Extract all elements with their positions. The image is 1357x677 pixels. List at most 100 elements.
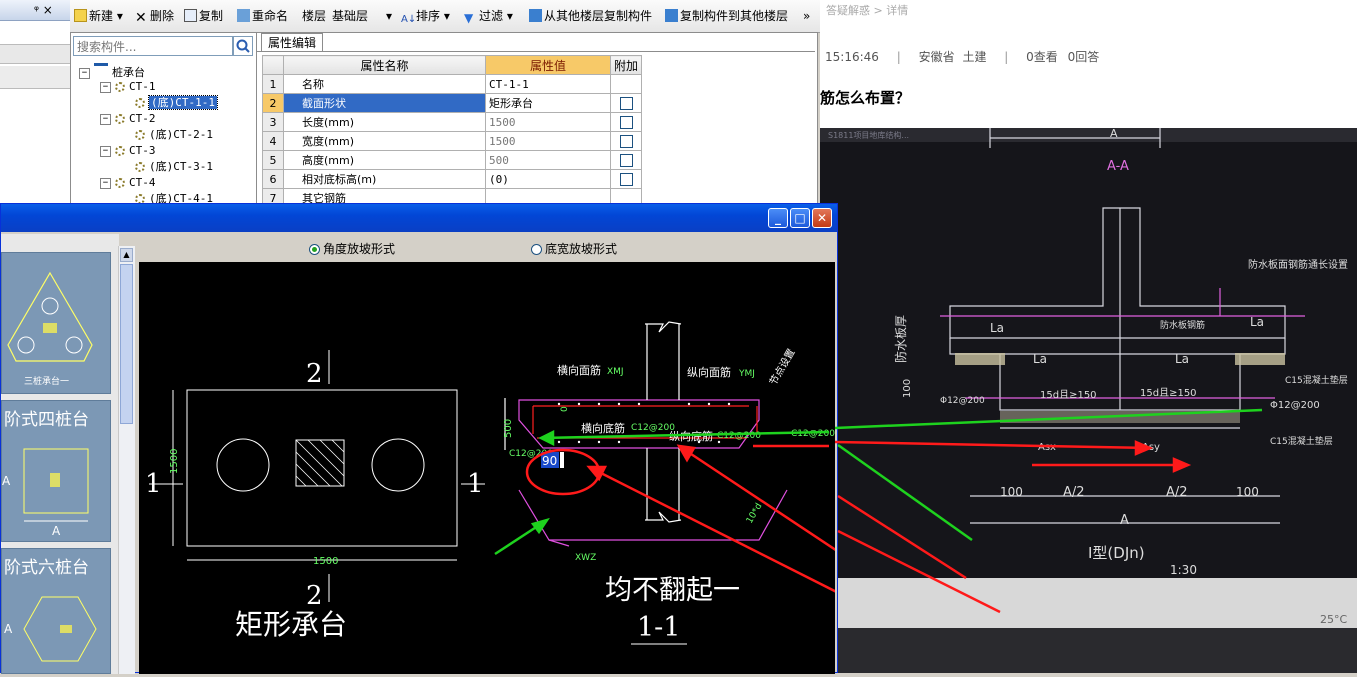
question-meta: 15:16:46 | 安徽省 土建 | 0查看 0回答 (825, 48, 1099, 65)
tree-group-item[interactable]: − CT-4 (100, 175, 156, 191)
tree-group-item[interactable]: − CT-1 (100, 79, 156, 95)
search-button[interactable] (233, 36, 253, 56)
rename-button[interactable]: 重命名 (237, 7, 288, 25)
radio-unselected-icon (531, 244, 542, 255)
photo-temperature: 25°C (1320, 613, 1347, 626)
left-panel-row[interactable] (0, 66, 70, 89)
four-pile-thumb-drawing: 阶式四桩台 A A (2, 410, 89, 538)
question-title: 筋怎么布置？ (820, 89, 911, 107)
toolbar-overflow-button[interactable]: » (803, 7, 810, 25)
attach-checkbox[interactable] (619, 134, 633, 148)
filter-button[interactable]: ▼ 过滤 ▾ (464, 7, 513, 25)
xwz-tag: XWZ (575, 553, 596, 563)
property-value-field[interactable]: (0) (485, 169, 611, 189)
attach-checkbox[interactable] (619, 172, 633, 186)
collapse-icon[interactable]: − (100, 114, 111, 125)
thumbnail-stepped-four-pile[interactable]: 阶式四桩台 A A (1, 400, 111, 542)
close-button[interactable]: ✕ (812, 208, 832, 228)
component-icon (115, 82, 125, 92)
minimize-button[interactable]: _ (768, 208, 788, 228)
section-marker-right: 1 (467, 469, 484, 499)
photo-dim-label: A/2 (1166, 485, 1188, 500)
collapse-icon[interactable]: − (100, 178, 111, 189)
floor-label: 楼层 (302, 9, 327, 23)
thumbnail-dim: A (4, 622, 13, 636)
thumbnail-stepped-six-pile[interactable]: 阶式六桩台 A (1, 548, 111, 674)
photo-concrete-label: C15混凝土垫层 (1285, 374, 1348, 386)
photo-dim-label: A/2 (1063, 485, 1085, 500)
attach-checkbox[interactable] (619, 115, 633, 129)
photo-scale-label: 1:30 (1170, 563, 1197, 577)
property-value-field[interactable]: 矩形承台 (485, 93, 611, 113)
photo-concrete-label: C15混凝土垫层 (1270, 435, 1333, 447)
radio-angle-slope[interactable]: 角度放坡形式 (309, 240, 395, 257)
search-input[interactable]: 搜索构件... (73, 36, 233, 56)
maximize-button[interactable]: □ (790, 208, 810, 228)
property-value-field[interactable]: CT-1-1 (485, 74, 611, 94)
category-link[interactable]: 土建 (962, 50, 986, 64)
photo-asy-label: Asy (1142, 442, 1160, 453)
tree-group-item[interactable]: − CT-3 (100, 143, 156, 159)
copy-to-floor-button[interactable]: 复制构件到其他楼层 (665, 7, 788, 25)
photo-asx-label: Asx (1038, 442, 1056, 453)
tree-group-item[interactable]: − CT-2 (100, 111, 156, 127)
collapse-icon[interactable]: − (79, 68, 90, 79)
scrollbar-thumb[interactable] (120, 264, 133, 424)
property-value-field[interactable]: 1500 (485, 112, 611, 132)
dim-tag: 10*d (745, 502, 764, 526)
six-pile-thumb-drawing: 阶式六桩台 A (4, 558, 97, 662)
thumbnail-three-pile[interactable]: 三桩承台一 (1, 252, 111, 394)
left-panel-row[interactable] (0, 44, 70, 64)
tree-child-item[interactable]: (底)CT-3-1 (135, 159, 213, 175)
tab-property-edit[interactable]: 属性编辑 (261, 33, 324, 52)
question-photo[interactable]: S1811项目地库结构... A A-A La La La La 防水板厚 10… (820, 127, 1357, 673)
attach-checkbox[interactable] (619, 96, 633, 110)
new-button[interactable]: 新建 ▾ (74, 7, 123, 25)
breadcrumb[interactable]: 答疑解惑 > 详情 (826, 2, 908, 18)
photo-dim-label: 100 (1000, 485, 1023, 499)
view-count: 0查看 (1026, 50, 1058, 64)
sort-button[interactable]: A↓排序 ▾ (401, 7, 450, 25)
tree-child-item[interactable]: (底)CT-1-1 (135, 95, 218, 111)
radio-width-slope[interactable]: 底宽放坡形式 (531, 240, 617, 257)
top-bar-code: XMJ (607, 367, 624, 377)
tree-child-item[interactable]: (底)CT-2-1 (135, 127, 213, 143)
property-row[interactable]: 3 长度(mm) 1500 (262, 112, 643, 132)
row-number-header (262, 55, 284, 75)
collapse-icon[interactable]: − (100, 146, 111, 157)
floor-select[interactable]: 基础层 ▾ (332, 7, 394, 25)
meta-separator: | (896, 50, 901, 64)
annotation-text: 均不翻起一 (605, 575, 740, 606)
thumbnail-scrollbar[interactable]: ▲ (118, 246, 135, 674)
pin-close-controls[interactable]: ᵠ × (34, 3, 53, 17)
thumbnail-caption: 三桩承台一 (24, 375, 69, 387)
component-icon (115, 114, 125, 124)
photo-rebar-label: Φ12@200 (940, 396, 985, 406)
scroll-up-icon[interactable]: ▲ (120, 248, 133, 262)
section-marker-top: 2 (306, 359, 323, 389)
property-value-field[interactable]: 500 (485, 150, 611, 170)
input-caret (560, 452, 564, 468)
region-link[interactable]: 安徽省 (919, 50, 955, 64)
property-row[interactable]: 6 相对底标高(m) (0) (262, 169, 643, 189)
property-row[interactable]: 5 高度(mm) 500 (262, 150, 643, 170)
property-row[interactable]: 2 截面形状 矩形承台 (262, 93, 643, 113)
property-editor-panel: 属性编辑 属性名称 属性值 附加 1 名称 CT-1-1 2 截面形状 矩形承台… (256, 32, 818, 209)
copy-button[interactable]: 复制 (184, 7, 223, 25)
photo-la-label: La (1033, 352, 1047, 366)
post-time: 15:16:46 (825, 50, 879, 64)
component-icon (135, 130, 145, 140)
tree-root[interactable]: − 桩承台 (79, 63, 145, 79)
chevron-down-icon: ▾ (386, 9, 393, 23)
collapse-icon[interactable]: − (100, 82, 111, 93)
photo-anchor-label: 15d且≥150 (1140, 387, 1197, 399)
dialog-titlebar[interactable]: _ □ ✕ (1, 204, 837, 232)
delete-button[interactable]: ✕ 删除 (135, 7, 174, 25)
section-drawing-canvas[interactable]: 2 2 1 1 1500 1500 矩形承台 横向面筋 XMJ 纵向面筋 YMJ… (139, 262, 1000, 676)
attach-checkbox[interactable] (619, 153, 633, 167)
sort-icon: A↓ (401, 14, 417, 25)
copy-from-floor-button[interactable]: 从其他楼层复制构件 (529, 7, 652, 25)
property-row[interactable]: 4 宽度(mm) 1500 (262, 131, 643, 151)
property-row[interactable]: 1 名称 CT-1-1 (262, 74, 643, 94)
property-value-field[interactable]: 1500 (485, 131, 611, 151)
